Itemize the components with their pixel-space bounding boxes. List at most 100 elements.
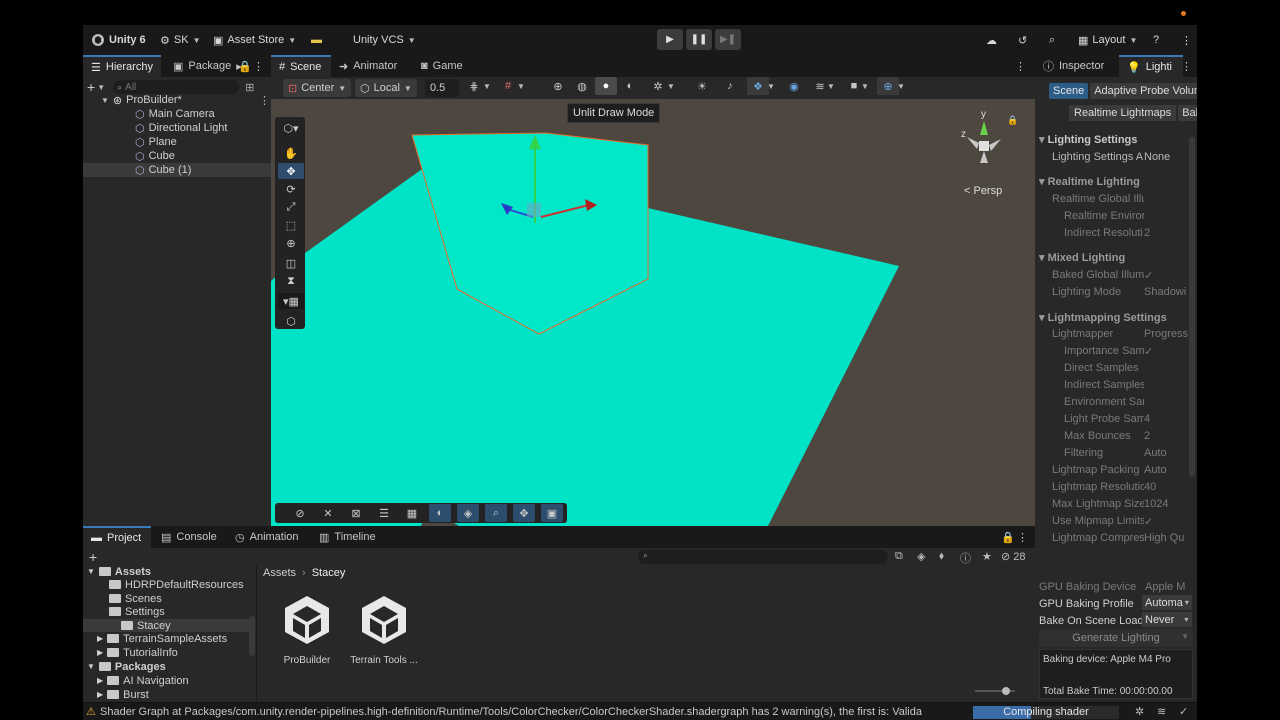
subtab-realtime-lightmaps[interactable]: Realtime Lightmaps xyxy=(1069,105,1177,121)
pb-grid-button[interactable]: ▦ xyxy=(401,504,423,522)
hierarchy-search[interactable]: ⌕ xyxy=(113,80,240,94)
subtab-adaptive-probe[interactable]: Adaptive Probe Volum xyxy=(1090,83,1197,99)
shaded-wire-mode-button[interactable]: ◍ xyxy=(571,77,593,95)
tab-project[interactable]: ▬ Project xyxy=(83,526,151,548)
lighting-toggle-button[interactable]: ☀ xyxy=(691,77,713,95)
setting-value[interactable]: 4 xyxy=(1144,413,1189,425)
pb-smooth-button[interactable]: ◐ xyxy=(429,504,451,522)
view-mode-dropdown[interactable]: ⬡▾ xyxy=(278,120,304,136)
warning-filter-icon[interactable]: ⓘ xyxy=(960,550,971,566)
search-by-type-icon[interactable]: ⧉ xyxy=(895,550,903,563)
hierarchy-item[interactable]: ⬡ Plane xyxy=(135,135,177,149)
chevron-down-icon[interactable]: ▼ xyxy=(1181,632,1189,641)
tab-inspector[interactable]: ⓘ Inspector xyxy=(1035,55,1119,77)
chevron-down-icon[interactable]: ▼ xyxy=(765,77,777,95)
move-tool-button[interactable]: ✥ xyxy=(278,163,304,179)
tree-assets[interactable]: ▼ Assets xyxy=(87,565,151,578)
chevron-down-icon[interactable]: ▼ xyxy=(481,77,493,95)
project-tree-item[interactable]: Scenes xyxy=(97,592,162,605)
account-dropdown[interactable]: ⚙ SK ▼ xyxy=(160,32,200,48)
setting-value[interactable]: 2 xyxy=(1144,430,1189,442)
subtab-baked[interactable]: Bak xyxy=(1178,105,1197,121)
status-message[interactable]: Shader Graph at Packages/com.unity.rende… xyxy=(100,706,922,718)
orientation-gizmo[interactable]: y z xyxy=(959,109,1009,173)
generate-lighting-button[interactable]: Generate Lighting xyxy=(1039,629,1193,647)
tab-scene[interactable]: # Scene xyxy=(271,55,331,77)
add-icon[interactable]: + xyxy=(89,549,97,565)
pb-search-button[interactable]: ⌕ xyxy=(485,504,507,522)
scene-visibility-button[interactable]: ◉ xyxy=(783,77,805,95)
chevron-down-icon[interactable]: ▼ xyxy=(515,77,527,95)
cloud-icon[interactable]: ☁ xyxy=(986,32,997,48)
project-tree-item[interactable]: Settings xyxy=(97,605,165,618)
more-icon[interactable]: ⋮ xyxy=(1181,32,1192,48)
pb-move-button[interactable]: ✥ xyxy=(513,504,535,522)
more-icon[interactable]: ⋮ xyxy=(253,55,267,77)
lock-icon[interactable]: 🔒 xyxy=(1007,115,1018,126)
tree-scrollbar[interactable] xyxy=(249,616,255,656)
chevron-down-icon[interactable]: ▼ xyxy=(895,77,907,95)
hand-tool-button[interactable]: ✋ xyxy=(278,145,304,161)
check-circle-icon[interactable]: ✓ xyxy=(1179,705,1188,718)
project-tree-item[interactable]: HDRPDefaultResources xyxy=(97,578,244,591)
asset-probuilder[interactable]: ProBuilder xyxy=(279,592,335,666)
tag-icon[interactable]: ⬧ xyxy=(939,550,944,563)
asset-store-dropdown[interactable]: ▣ Asset Store ▼ xyxy=(213,32,296,48)
wireframe-mode-button[interactable]: ⊕ xyxy=(547,77,569,95)
setting-value[interactable]: 1024 xyxy=(1144,498,1189,510)
tree-packages[interactable]: ▼ Packages xyxy=(87,660,166,673)
hierarchy-item[interactable]: ⬡ Cube (1) xyxy=(83,163,271,177)
more-icon[interactable]: ⋮ xyxy=(1017,526,1031,548)
snap-increment-field[interactable]: 0.5 xyxy=(425,79,459,97)
custom-tool-button[interactable]: ◫ xyxy=(278,255,304,271)
tree-ai-navigation[interactable]: ▶ AI Navigation xyxy=(97,674,189,687)
chevron-down-icon[interactable]: ▼ xyxy=(665,77,677,95)
debug-icon[interactable]: ✲ xyxy=(1135,705,1144,718)
lit-draw-mode-button[interactable]: ◐ xyxy=(619,77,641,95)
chevron-down-icon[interactable]: ▼ xyxy=(97,83,105,92)
tab-console[interactable]: ▤ Console xyxy=(153,526,219,548)
package-icon[interactable]: ▬ xyxy=(311,32,322,48)
section-mixed-lighting[interactable]: ▾ Mixed Lighting xyxy=(1039,251,1125,264)
more-icon[interactable]: ⋮ xyxy=(1015,55,1031,77)
hierarchy-item[interactable]: ⬡ Main Camera xyxy=(135,107,215,121)
hierarchy-search-input[interactable] xyxy=(125,81,226,93)
tab-hierarchy[interactable]: ☰ Hierarchy xyxy=(83,55,161,77)
unity-menu[interactable]: Unity 6 xyxy=(91,32,146,48)
breadcrumb-assets[interactable]: Assets xyxy=(263,567,296,579)
setting-value[interactable]: Auto xyxy=(1144,464,1189,476)
chevron-down-icon[interactable]: ▼ xyxy=(859,77,871,95)
pb-object-mode-button[interactable]: ⬡ xyxy=(278,313,304,329)
scale-tool-button[interactable]: ⤢ xyxy=(278,199,304,215)
tab-animation[interactable]: ◷ Animation xyxy=(227,526,305,548)
help-icon[interactable]: ? xyxy=(1153,32,1159,48)
hierarchy-item[interactable]: ⬡ Cube xyxy=(135,149,175,163)
pb-select-button[interactable]: ◈ xyxy=(457,504,479,522)
rotate-tool-button[interactable]: ⟳ xyxy=(278,181,304,197)
layout-dropdown[interactable]: ▦ Layout ▼ xyxy=(1078,32,1137,48)
more-icon[interactable]: ⋮ xyxy=(259,94,270,107)
tab-timeline[interactable]: ▥ Timeline xyxy=(311,526,379,548)
section-lightmapping-settings[interactable]: ▾ Lightmapping Settings xyxy=(1039,311,1167,324)
lock-icon[interactable]: 🔒 xyxy=(238,55,252,77)
search-icon[interactable]: ⌕ xyxy=(1049,32,1055,48)
section-realtime-lighting[interactable]: ▾ Realtime Lighting xyxy=(1039,175,1140,188)
vcs-dropdown[interactable]: Unity VCS ▼ xyxy=(353,32,416,48)
history-icon[interactable]: ↺ xyxy=(1018,32,1027,48)
scene-viewport[interactable]: y z < Persp 🔒 Unlit Draw Mode ⬡▾ ✋ ✥ ⟳ ⤢… xyxy=(271,99,1035,526)
section-lighting-settings[interactable]: ▾ Lighting Settings xyxy=(1039,133,1137,146)
tree-burst[interactable]: ▶ Burst xyxy=(97,688,149,701)
chevron-down-icon[interactable]: ▼ xyxy=(825,77,837,95)
project-tree-item[interactable]: ▶ TerrainSampleAssets xyxy=(97,632,227,645)
pb-cross-button[interactable]: ✕ xyxy=(317,504,339,522)
setting-value[interactable]: ✓ xyxy=(1144,345,1189,358)
setting-value[interactable]: Auto xyxy=(1144,447,1189,459)
icon-size-slider-thumb[interactable] xyxy=(1002,687,1010,695)
star-icon[interactable]: ★ xyxy=(982,550,992,563)
space-dropdown[interactable]: ⬡ Local ▼ xyxy=(355,79,417,97)
project-tree-item[interactable]: ▶ TutorialInfo xyxy=(97,646,178,659)
setting-value[interactable]: Shadowi xyxy=(1144,286,1189,298)
perspective-toggle[interactable]: < Persp xyxy=(964,185,1002,197)
pause-button[interactable]: ❚❚ xyxy=(686,29,712,50)
gpu-profile-dropdown[interactable]: Automa ▾ xyxy=(1142,595,1192,610)
